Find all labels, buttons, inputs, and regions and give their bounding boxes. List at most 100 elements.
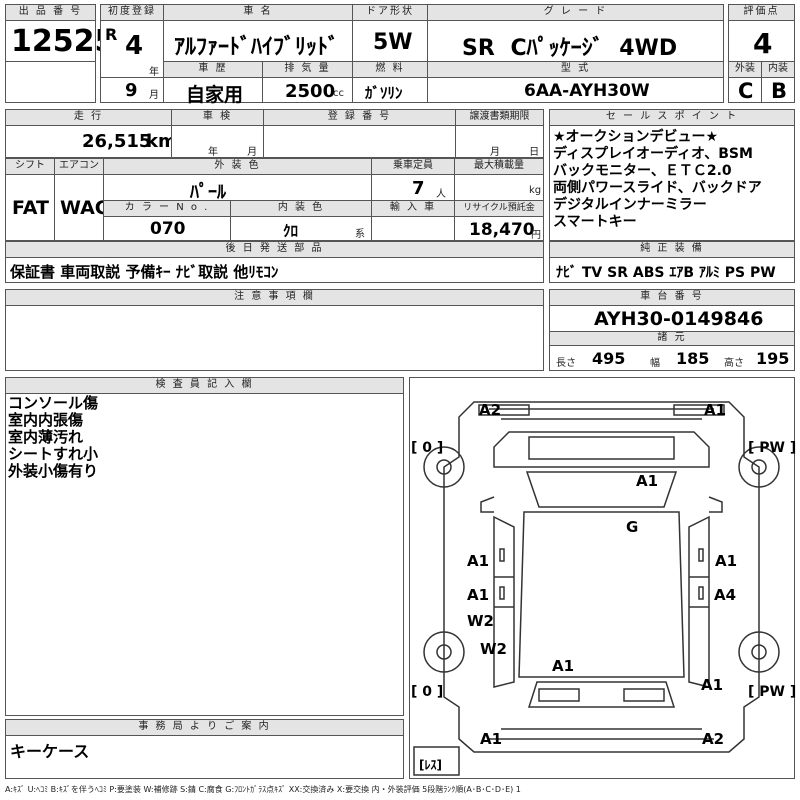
car-name-header: 車 名	[163, 4, 353, 21]
lot-no-cell: 12525	[5, 20, 115, 62]
int-score-value: B	[771, 79, 788, 103]
handle-right-2	[698, 586, 704, 600]
shift-header: シフト	[5, 158, 55, 175]
kg-unit: kg	[529, 185, 542, 196]
fuel-cell: ｶﾞｿﾘﾝ	[352, 77, 428, 103]
mark-left-rear-door: A1	[467, 586, 490, 604]
int-score-header: 内装	[761, 61, 795, 78]
taillight-left	[538, 688, 580, 702]
handle-left-2	[499, 586, 505, 600]
inspection-header: 車 検	[171, 109, 264, 126]
aircon-header: エアコン	[54, 158, 104, 175]
import-cell	[371, 216, 455, 241]
grade-value: SR Cﾊﾟｯｹｰｼﾞ 4WD	[462, 36, 678, 61]
transfer-cell: 月 日	[455, 125, 544, 158]
inspector-note: コンソール傷	[8, 394, 99, 412]
color-suffix: 系	[355, 229, 365, 240]
reg-no-header: 登 録 番 号	[263, 109, 456, 126]
mark-rear-bumper-right: A2	[702, 730, 725, 748]
mark-rear-bumper-left: A1	[480, 730, 503, 748]
inspection-cell: 年 月	[171, 125, 264, 158]
shift-value: FAT	[12, 197, 49, 219]
door-left	[493, 515, 515, 688]
office-note: キーケース	[10, 742, 90, 761]
mark-hood: A1	[636, 472, 659, 490]
yen-unit: 円	[531, 230, 541, 241]
int-color-value: ｸﾛ	[283, 222, 299, 240]
cc-unit: cc	[333, 88, 344, 99]
mark-right-rear-door: A4	[714, 586, 737, 604]
equipment-header: 純 正 装 備	[549, 241, 795, 258]
sales-point-item: 両側パワースライド、バックドア	[553, 180, 762, 196]
history-value: 自家用	[186, 84, 244, 106]
rear-bumper	[489, 728, 714, 740]
fuel-header: 燃 料	[352, 61, 428, 78]
max-load-cell: kg	[454, 174, 544, 201]
int-score-cell: B	[761, 77, 795, 103]
person-unit: 人	[436, 189, 446, 200]
door-value: 5W	[373, 30, 413, 55]
roof	[518, 511, 685, 678]
score-header: 評価点	[728, 4, 795, 21]
chassis-header: 車 台 番 号	[549, 289, 795, 306]
capacity-value: 7	[412, 178, 425, 199]
height-value: 195	[756, 349, 790, 368]
displacement-cell: 2500 cc	[262, 77, 353, 103]
sales-point-item: デジタルインナーミラー	[553, 197, 707, 213]
fuel-value: ｶﾞｿﾘﾝ	[365, 84, 403, 102]
door-header: ドア形状	[352, 4, 428, 21]
sales-point-item: バックモニター、ＥＴＣ2.0	[553, 163, 732, 179]
grade-header: グ レ ー ド	[427, 4, 724, 21]
office-cell: キーケース	[5, 735, 404, 779]
sales-point-item: スマートキー	[553, 214, 637, 230]
length-label: 長さ	[556, 358, 576, 369]
ext-score-cell: C	[728, 77, 762, 103]
inspector-note: 室内薄汚れ	[8, 428, 84, 446]
mileage-header: 走 行	[5, 109, 172, 126]
color-no-cell: 070	[103, 216, 231, 241]
int-color-cell: ｸﾛ 系	[230, 216, 372, 241]
equipment-cell: ﾅﾋﾞ TV SR ABS ｴｱB ｱﾙﾐ PS PW	[549, 257, 795, 283]
mark-rear-center: A1	[552, 657, 575, 675]
width-label: 幅	[650, 358, 660, 369]
chassis-cell: AYH30-0149846	[549, 305, 795, 332]
model-value: 6AA-AYH30W	[524, 81, 650, 101]
length-value: 495	[592, 349, 626, 368]
mirror-right	[708, 496, 723, 513]
notes-header: 注 意 事 項 欄	[5, 289, 544, 306]
inspection-units: 年 月	[208, 147, 258, 158]
first-reg-year-cell: R 4 年	[100, 20, 164, 78]
mark-left-rear: W2	[480, 640, 507, 658]
equipment-value: ﾅﾋﾞ TV SR ABS ｴｱB ｱﾙﾐ PS PW	[556, 265, 776, 281]
specs-cell: 長さ 495 幅 185 高さ 195	[549, 345, 795, 371]
sales-point-item: ディスプレイオーディオ、BSM	[553, 146, 753, 162]
inspector-header: 検 査 員 記 入 欄	[5, 377, 404, 394]
ext-color-cell: ﾊﾟｰﾙ	[103, 174, 372, 203]
reg-no-cell	[263, 125, 456, 158]
notes-cell	[5, 305, 544, 371]
color-no-header: カ ラ ー N o .	[103, 200, 231, 217]
mark-left-front-door: A1	[467, 552, 490, 570]
import-header: 輸 入 車	[371, 200, 455, 217]
tire-rr: [ PW ]	[748, 684, 797, 700]
reg-year-value: 4	[125, 31, 144, 61]
grade-cell: SR Cﾊﾟｯｹｰｼﾞ 4WD	[427, 20, 724, 62]
year-unit: 年	[149, 67, 159, 78]
car-name-cell: ｱﾙﾌｧｰﾄﾞﾊｲﾌﾞﾘｯﾄﾞ	[163, 20, 353, 62]
first-reg-header: 初度登録	[100, 4, 164, 21]
aircon-value: WAC	[60, 197, 109, 219]
shift-cell: FAT	[5, 174, 55, 241]
inspector-notes-list: コンソール傷 室内内張傷 室内薄汚れ シートすれ小 外装小傷有り	[8, 395, 98, 480]
ext-score-header: 外装	[728, 61, 762, 78]
mark-rear-right: A1	[701, 676, 724, 694]
transfer-header: 譲渡書類期限	[455, 109, 544, 126]
mileage-value: 26,515	[82, 131, 152, 152]
car-name-value: ｱﾙﾌｧｰﾄﾞﾊｲﾌﾞﾘｯﾄﾞ	[174, 35, 340, 60]
recycle-cell: 18,470 円	[454, 216, 544, 241]
legend: A:ｷｽﾞ U:ﾍｺﾐ B:ｷｽﾞを伴うﾍｺﾐ P:要塗装 W:補修跡 S:錆 …	[5, 785, 521, 794]
later-parts-cell: 保証書 車両取説 予備ｷｰ ﾅﾋﾞ取説 他ﾘﾓｺﾝ	[5, 257, 544, 283]
reg-month-value: 9	[125, 80, 138, 101]
car-diagram	[413, 401, 780, 776]
height-label: 高さ	[724, 358, 744, 369]
capacity-cell: 7 人	[371, 174, 455, 201]
